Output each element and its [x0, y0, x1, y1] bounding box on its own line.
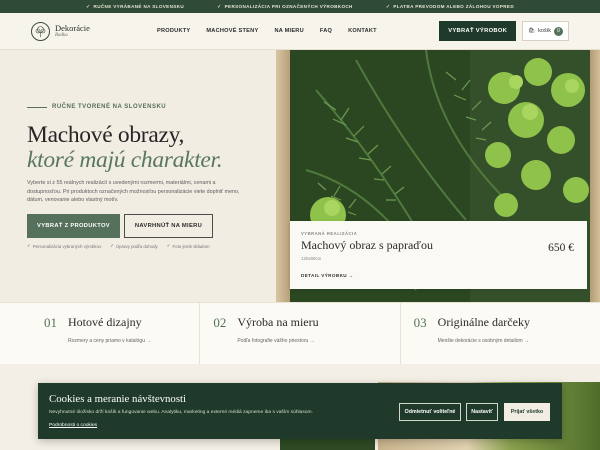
hero-lead: Vyberte si z 55 reálnych realizácií s uv…: [27, 180, 240, 204]
featured-kicker: VYBRANÁ REALIZÁCIA: [301, 231, 358, 236]
nav-kontakt[interactable]: KONTAKT: [348, 28, 377, 34]
check-icon: ✓: [110, 243, 114, 248]
features-row: 01 Hotové dizajny Rozmery a ceny priamo …: [0, 302, 600, 364]
hero-text-panel: RUČNE TVORENÉ NA SLOVENSKU Machové obraz…: [0, 50, 276, 302]
product-detail-link[interactable]: DETAIL VÝROBKU →: [301, 273, 354, 278]
cart-button[interactable]: 🛍 košík 0: [522, 21, 569, 41]
logo-subtitle: Radka: [55, 33, 68, 38]
choose-from-products-button[interactable]: VYBRAŤ Z PRODUKTOV: [27, 214, 120, 238]
check-icon: ✓: [217, 3, 222, 10]
feature-number: 02: [213, 315, 227, 330]
feature-original-gifts[interactable]: 03 Originálne darčeky Menšie dekorácie s…: [401, 303, 600, 364]
feature-subtitle: Podľa fotografie vášho priestoru →: [237, 338, 315, 344]
nav-na-mieru[interactable]: NA MIERU: [274, 28, 303, 34]
cookie-title: Cookies a meranie návštevnosti: [49, 393, 187, 405]
nav-machove-steny[interactable]: MACHOVÉ STENY: [206, 28, 258, 34]
choose-product-button[interactable]: VYBRAŤ VÝROBOK: [439, 21, 517, 41]
featured-size: 120x80cm: [301, 256, 322, 261]
hero-check-item: Foto jemb skladom: [172, 243, 210, 249]
design-custom-button[interactable]: NAVRHNÚŤ NA MIERU: [124, 214, 213, 238]
eyebrow-line: [27, 106, 47, 108]
featured-price: 650 €: [548, 242, 574, 254]
hero-check-item: Úpravy podľa dohody: [115, 243, 158, 249]
feature-number: 03: [413, 315, 427, 330]
feature-ready-designs[interactable]: 01 Hotové dizajny Rozmery a ceny priamo …: [0, 303, 201, 364]
logo[interactable]: Dekorácie Radka: [31, 21, 157, 41]
hero-title-line2: ktoré majú charakter.: [27, 147, 223, 173]
reject-optional-button[interactable]: Odmietnuť voliteľné: [399, 403, 461, 421]
feature-title: Hotové dizajny: [68, 315, 142, 329]
cart-icon: 🛍: [528, 28, 536, 34]
feature-custom-production[interactable]: 02 Výroba na mieru Podľa fotografie vášh…: [200, 303, 401, 364]
logo-tree-icon: [31, 21, 50, 41]
cookie-settings-button[interactable]: Nastaviť: [466, 403, 498, 421]
hero: RUČNE TVORENÉ NA SLOVENSKU Machové obraz…: [0, 50, 600, 302]
featured-title: Machový obraz s papraďou: [301, 238, 434, 252]
check-icon: ✓: [27, 243, 31, 248]
cookie-banner: Cookies a meranie návštevnosti Nevyhnutn…: [38, 383, 562, 439]
hero-checks: ✓ Personalizácia vybraných výrobkov ✓ Úpra…: [27, 243, 210, 249]
featured-product-card[interactable]: VYBRANÁ REALIZÁCIA Machový obraz s papra…: [290, 221, 587, 289]
hero-check-item: Personalizácia vybraných výrobkov: [32, 243, 102, 249]
topbar-item: PLATBA PREVODOM ALEBO ZÁLOHOU VOPRED: [393, 4, 514, 9]
announcement-bar: ✓ RUČNE VYRÁBANÉ NA SLOVENSKU ✓ PERSONALIZ…: [0, 0, 600, 13]
feature-title: Výroba na mieru: [237, 315, 319, 329]
nav-produkty[interactable]: PRODUKTY: [157, 28, 190, 34]
feature-title: Originálne darčeky: [437, 315, 530, 329]
feature-subtitle: Menšie dekorácie s osobným detailom →: [437, 338, 530, 344]
check-icon: ✓: [166, 243, 171, 248]
feature-subtitle: Rozmery a ceny priamo v katalógu →: [68, 338, 152, 344]
hero-title-line1: Machové obrazy,: [27, 122, 185, 148]
cookie-details-link[interactable]: Podrobnosti o cookies: [49, 423, 97, 428]
check-icon: ✓: [385, 3, 391, 10]
hero-eyebrow: RUČNE TVORENÉ NA SLOVENSKU: [27, 104, 166, 110]
nav-faq[interactable]: FAQ: [320, 28, 332, 34]
main-nav: PRODUKTY MACHOVÉ STENY NA MIERU FAQ KONT…: [157, 28, 439, 34]
cookie-description: Nevyhnutné úložisko drží košík a fungova…: [49, 410, 313, 415]
logo-name: Dekorácie: [55, 23, 90, 33]
check-icon: ✓: [86, 3, 91, 10]
feature-number: 01: [44, 315, 57, 330]
cart-count-badge: 0: [554, 26, 563, 36]
topbar-item: PERSONALIZÁCIA PRI OZNAČENÝCH VÝROBKOCH: [224, 4, 353, 9]
cart-label: košík: [538, 28, 551, 34]
wood-frame-right: [590, 50, 600, 302]
topbar-item: RUČNE VYRÁBANÉ NA SLOVENSKU: [93, 4, 184, 9]
site-header: Dekorácie Radka PRODUKTY MACHOVÉ STENY N…: [0, 13, 600, 50]
accept-all-button[interactable]: Prijať všetko: [504, 403, 550, 421]
